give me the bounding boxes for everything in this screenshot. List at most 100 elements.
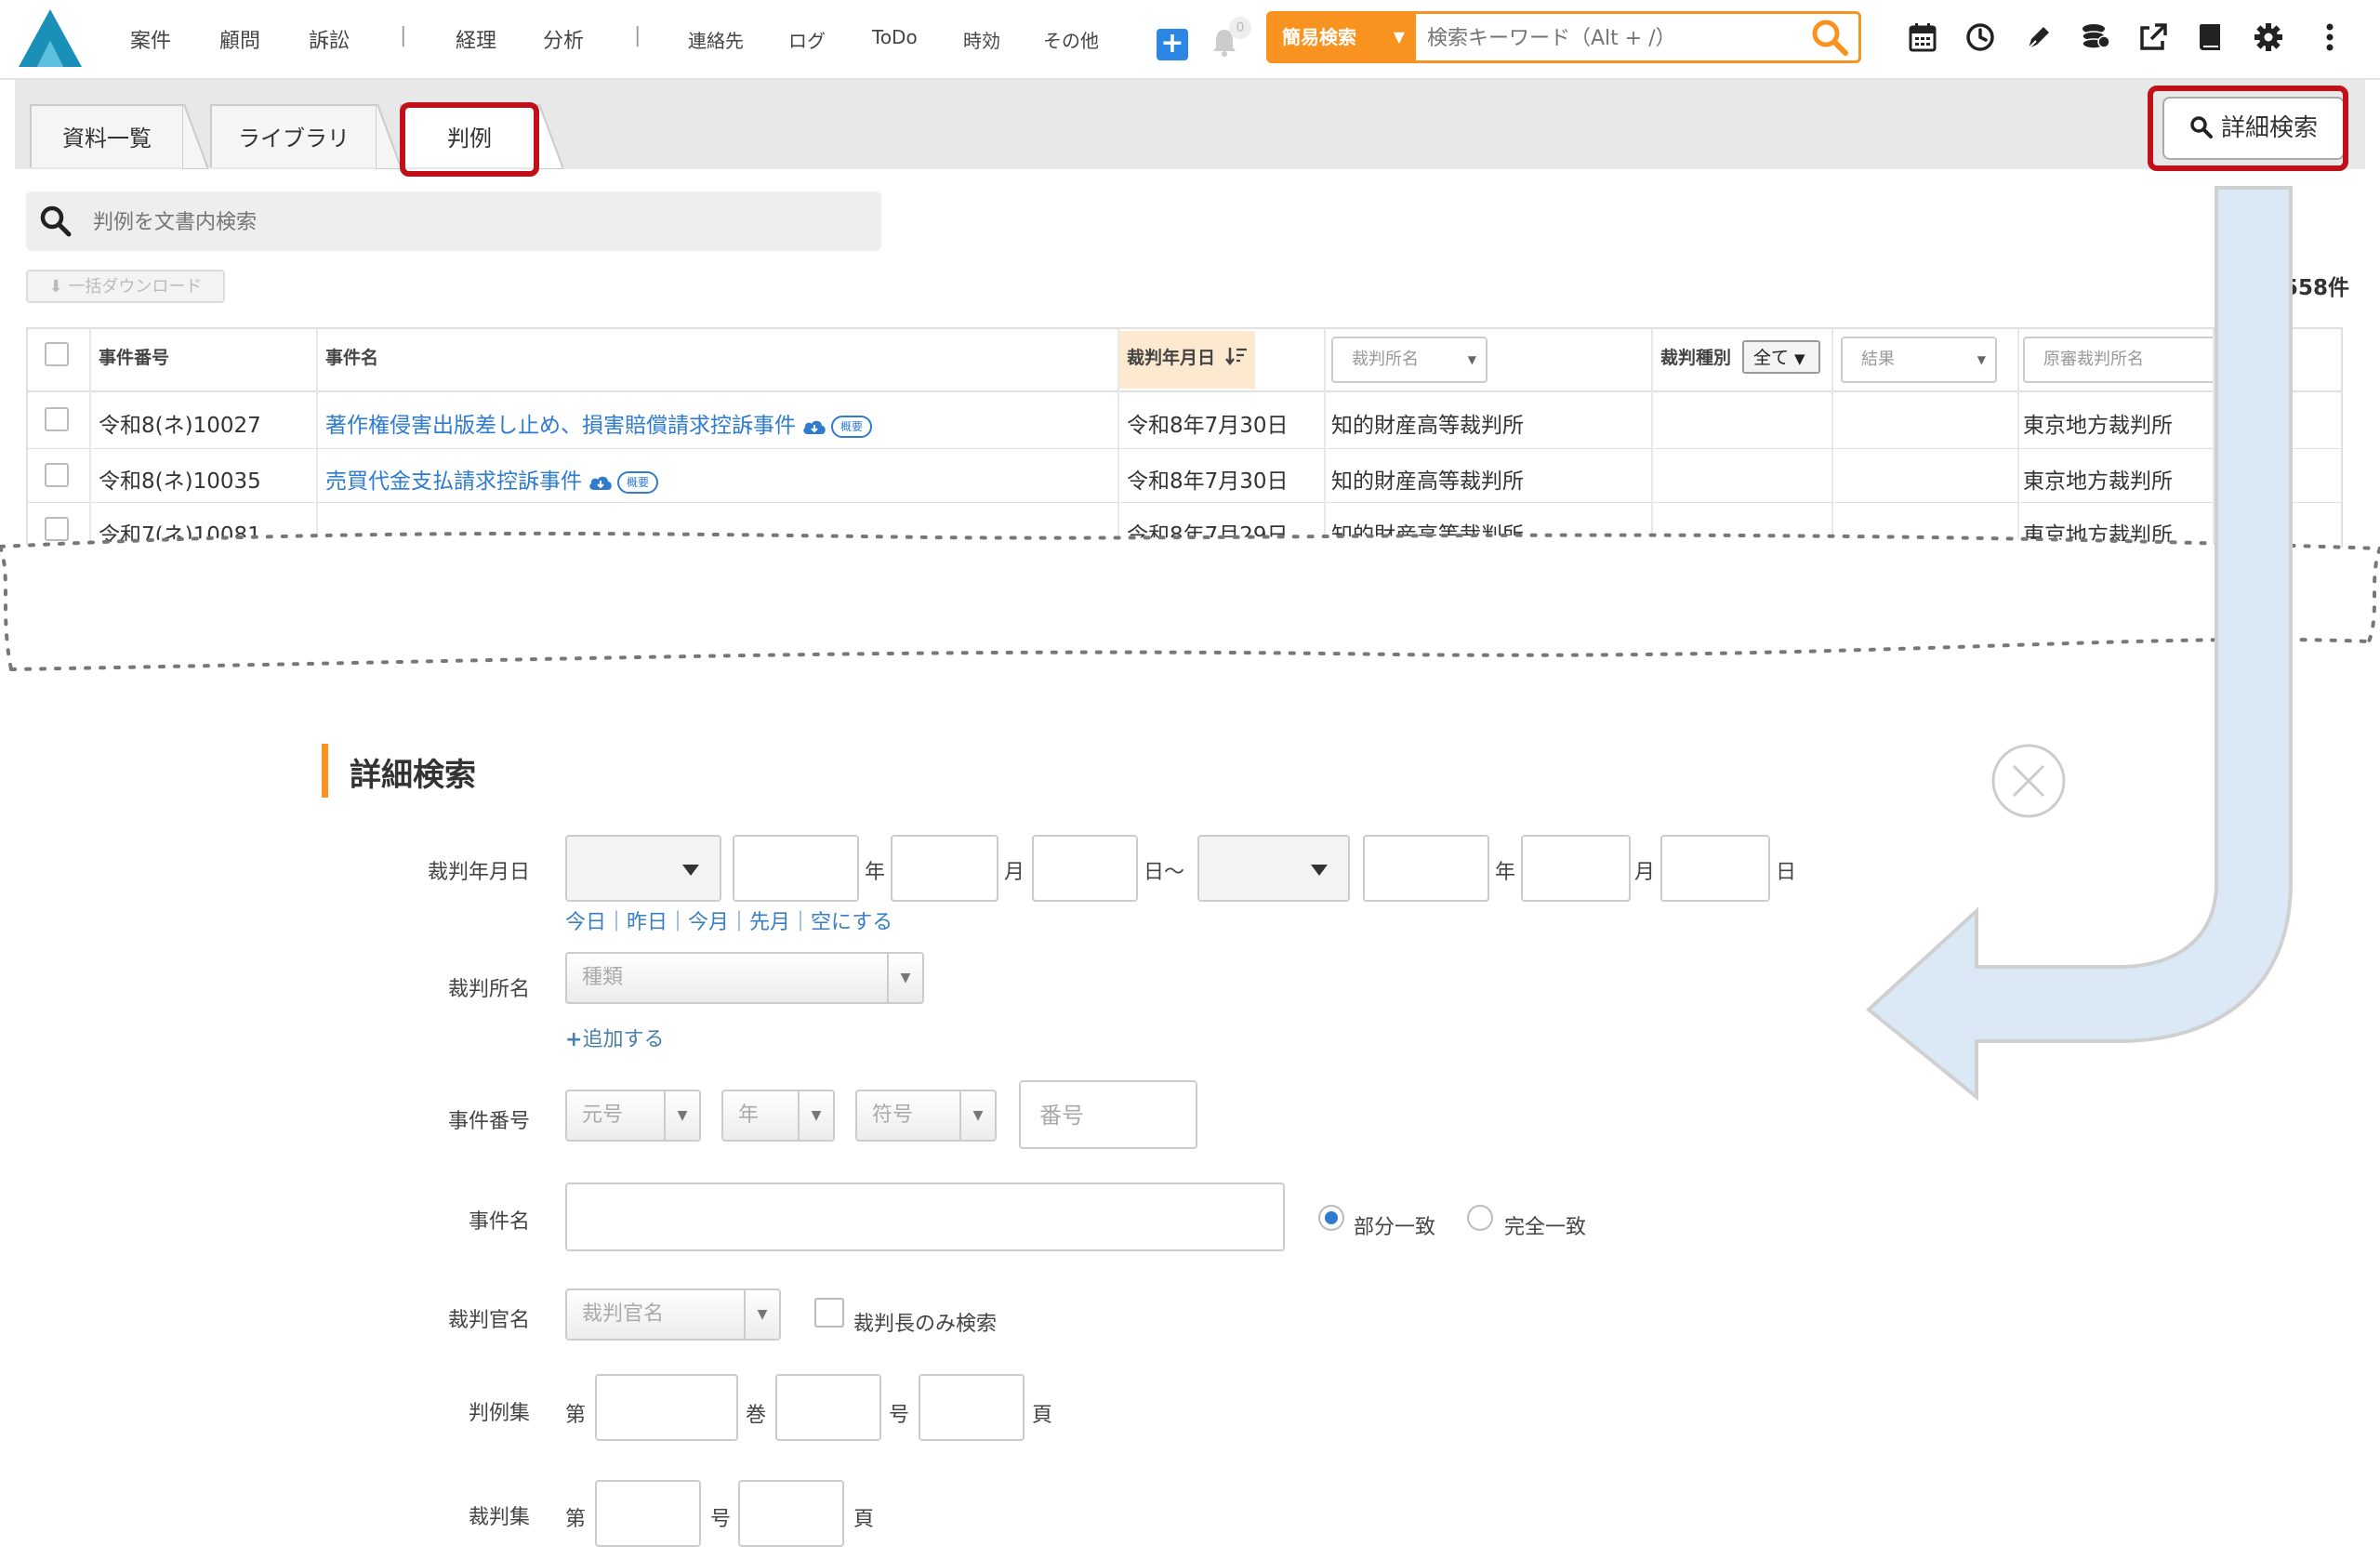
caret-down-icon: ▼ (744, 1290, 779, 1339)
nav-todo[interactable]: ToDo (872, 26, 918, 48)
chief-judge-only-checkbox[interactable] (814, 1298, 844, 1328)
exact-match-label[interactable]: 完全一致 (1504, 1210, 1586, 1240)
label-reporter: 判例集 (468, 1402, 530, 1425)
nav-logs[interactable]: ログ (788, 26, 826, 53)
nav-analysis[interactable]: 分析 (543, 24, 584, 54)
reporter-issue-input[interactable] (775, 1374, 881, 1441)
court-filter-label: 裁判所名 (1352, 350, 1419, 369)
tab-library[interactable]: ライブラリ (210, 104, 377, 167)
nav-litigation[interactable]: 訴訟 (309, 24, 350, 54)
bulk-download-button[interactable]: ⬇ 一括ダウンロード (26, 270, 225, 303)
search-mode-dropdown[interactable]: 簡易検索 ▼ (1269, 14, 1416, 60)
date-to-era-select[interactable] (1197, 835, 1350, 902)
case-era-select[interactable]: 元号 ▼ (565, 1090, 701, 1142)
tab-edge (537, 104, 563, 169)
gear-icon[interactable] (2252, 20, 2285, 54)
nav-more[interactable]: その他 (1043, 26, 1099, 53)
date-to-month-input[interactable] (1521, 835, 1631, 902)
clock-icon[interactable] (1964, 20, 1997, 54)
search-input[interactable] (1425, 14, 1801, 62)
highlight-box (2148, 86, 2348, 171)
decision-type-filter[interactable]: 全て ▼ (1742, 340, 1820, 374)
book-icon[interactable] (2194, 20, 2228, 54)
top-navigation: 案件 顧問 訴訟 | 経理 分析 | 連絡先 ログ ToDo 時効 その他 + … (0, 0, 2380, 80)
date-from-year-input[interactable] (733, 835, 859, 902)
date-to-year-input[interactable] (1363, 835, 1489, 902)
unit-kan: 巻 (746, 1404, 767, 1427)
court-type-select[interactable]: 種類 ▼ (565, 952, 924, 1004)
court-filter-dropdown[interactable]: 裁判所名 ▼ (1331, 337, 1488, 383)
case-name-text[interactable]: 売買代金支払請求控訴事件 (325, 469, 582, 494)
add-court-link[interactable]: +追加する (565, 1023, 664, 1052)
row-checkbox[interactable] (45, 463, 69, 487)
table-divider (1831, 329, 1833, 548)
exact-match-radio[interactable] (1467, 1205, 1493, 1231)
nav-accounting[interactable]: 経理 (456, 24, 496, 54)
unit-day-to: 日〜 (1144, 861, 1185, 884)
date-from-month-input[interactable] (891, 835, 998, 902)
unit-month: 月 (1634, 861, 1656, 884)
summary-badge[interactable]: 概要 (831, 415, 873, 438)
close-icon[interactable] (1990, 742, 2068, 820)
label-decision-date: 裁判年月日 (427, 861, 530, 884)
curved-arrow-annotation (1865, 186, 2293, 1102)
header-decision-date[interactable]: 裁判年月日 (1127, 344, 1215, 369)
document-search-input[interactable] (91, 192, 839, 253)
row-case-name-link[interactable]: 著作権侵害出版差し止め、損害賠償請求控訴事件 概要 (325, 407, 873, 439)
row-case-name-link[interactable]: 売買代金支払請求控訴事件 概要 (325, 463, 659, 495)
date-to-day-input[interactable] (1660, 835, 1770, 902)
header-decision-type: 裁判種別 (1660, 348, 1732, 368)
caret-down-icon: ▼ (798, 1091, 833, 1140)
partial-match-radio[interactable] (1318, 1205, 1344, 1231)
caret-down-icon: ▼ (1794, 350, 1805, 367)
collection-volume-input[interactable] (595, 1480, 701, 1547)
more-vertical-icon[interactable] (2313, 20, 2347, 54)
header-case-number[interactable]: 事件番号 (99, 344, 169, 369)
cloud-download-icon[interactable] (588, 473, 614, 492)
nav-contacts[interactable]: 連絡先 (688, 26, 744, 53)
section-accent-bar (322, 744, 328, 798)
add-new-button[interactable]: + (1157, 29, 1188, 60)
row-checkbox[interactable] (45, 407, 69, 431)
reporter-volume-input[interactable] (595, 1374, 738, 1441)
unit-page: 頁 (853, 1508, 875, 1531)
chief-judge-only-label[interactable]: 裁判長のみ検索 (853, 1307, 997, 1337)
partial-match-label[interactable]: 部分一致 (1354, 1210, 1435, 1240)
cloud-download-icon[interactable] (801, 417, 827, 436)
search-icon[interactable] (1810, 18, 1849, 57)
case-symbol-placeholder: 符号 (872, 1103, 914, 1127)
document-search (26, 192, 881, 253)
case-year-select[interactable]: 年 ▼ (721, 1090, 835, 1142)
header-case-name[interactable]: 事件名 (325, 344, 378, 369)
date-from-era-select[interactable] (565, 835, 721, 902)
unit-go: 号 (710, 1508, 732, 1531)
label-case-number: 事件番号 (447, 1110, 530, 1133)
reporter-page-input[interactable] (919, 1374, 1025, 1441)
coins-icon[interactable] (2079, 20, 2112, 54)
caret-down-icon: ▼ (664, 1091, 699, 1140)
summary-badge[interactable]: 概要 (617, 470, 659, 494)
nav-advisory[interactable]: 顧問 (219, 24, 260, 54)
case-symbol-select[interactable]: 符号 ▼ (855, 1090, 997, 1142)
app-logo[interactable] (17, 7, 84, 69)
external-link-icon[interactable] (2136, 20, 2170, 54)
row-court: 知的財産高等裁判所 (1331, 469, 1524, 494)
case-name-input[interactable] (565, 1182, 1285, 1251)
case-number-input[interactable]: 番号 (1019, 1080, 1197, 1149)
sort-desc-icon[interactable] (1225, 346, 1248, 366)
unit-day: 日 (1776, 861, 1797, 884)
date-from-day-input[interactable] (1032, 835, 1138, 902)
judge-select[interactable]: 裁判官名 ▼ (565, 1288, 781, 1341)
date-shortcut-links[interactable]: 今日｜昨日｜今月｜先月｜空にする (565, 905, 892, 935)
nav-statute[interactable]: 時効 (963, 26, 1000, 53)
row-case-number: 令和8(ネ)10027 (99, 414, 261, 438)
pen-icon[interactable] (2021, 20, 2055, 54)
tab-documents[interactable]: 資料一覧 (30, 104, 184, 167)
caret-down-icon: ▼ (1467, 353, 1476, 366)
calendar-icon[interactable] (1906, 20, 1939, 54)
select-all-checkbox[interactable] (45, 342, 69, 366)
collection-issue-input[interactable] (738, 1480, 844, 1547)
unit-year: 年 (865, 861, 886, 884)
case-name-text[interactable]: 著作権侵害出版差し止め、損害賠償請求控訴事件 (325, 414, 796, 438)
nav-cases[interactable]: 案件 (130, 24, 171, 54)
